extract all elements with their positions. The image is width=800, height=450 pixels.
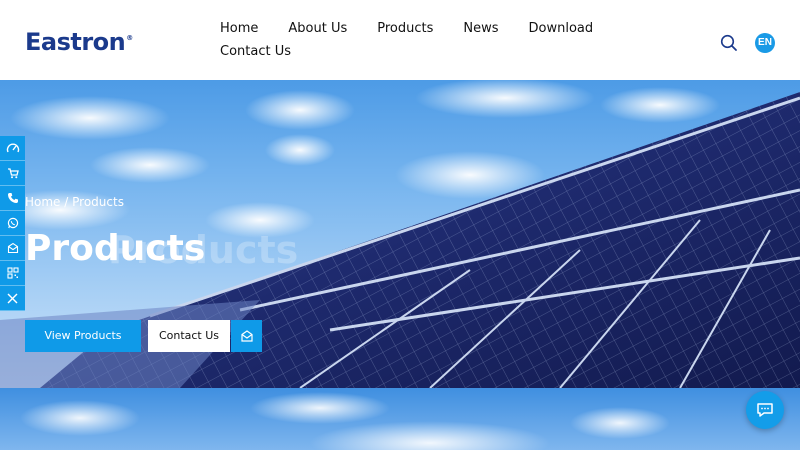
qr-code-icon[interactable] — [0, 261, 25, 286]
language-button[interactable]: EN — [755, 33, 775, 53]
cart-icon[interactable] — [0, 161, 25, 186]
nav-contact-us[interactable]: Contact Us — [220, 43, 291, 60]
email-icon[interactable] — [0, 236, 25, 261]
hero-banner: Home / Products Products Products View P… — [0, 80, 800, 388]
close-icon[interactable] — [0, 286, 25, 311]
chat-icon[interactable] — [746, 391, 784, 429]
nav-download[interactable]: Download — [529, 20, 594, 37]
search-icon[interactable] — [719, 33, 739, 53]
phone-icon[interactable] — [0, 186, 25, 211]
brand-name: Eastron — [25, 28, 126, 56]
breadcrumb: Home / Products — [25, 195, 124, 209]
brand-logo[interactable]: Eastron® — [25, 28, 133, 56]
email-icon[interactable] — [231, 320, 262, 352]
floating-sidebar — [0, 136, 25, 311]
nav-about-us[interactable]: About Us — [288, 20, 347, 37]
main-nav: Home About Us Products News Download Con… — [220, 20, 620, 60]
view-products-button[interactable]: View Products — [25, 320, 141, 352]
speed-meter-icon[interactable] — [0, 136, 25, 161]
page-title: Products — [25, 228, 206, 269]
nav-news[interactable]: News — [463, 20, 498, 37]
brand-registered-mark: ® — [126, 34, 133, 42]
breadcrumb-separator: / — [64, 195, 69, 209]
whatsapp-icon[interactable] — [0, 211, 25, 236]
sky-background — [20, 392, 670, 450]
contact-us-button[interactable]: Contact Us — [148, 320, 230, 352]
nav-home[interactable]: Home — [220, 20, 258, 37]
site-header: Eastron® Home About Us Products News Dow… — [0, 0, 800, 80]
breadcrumb-current: Products — [72, 195, 124, 209]
next-section-banner — [0, 388, 800, 450]
nav-products[interactable]: Products — [377, 20, 433, 37]
breadcrumb-home[interactable]: Home — [25, 195, 60, 209]
